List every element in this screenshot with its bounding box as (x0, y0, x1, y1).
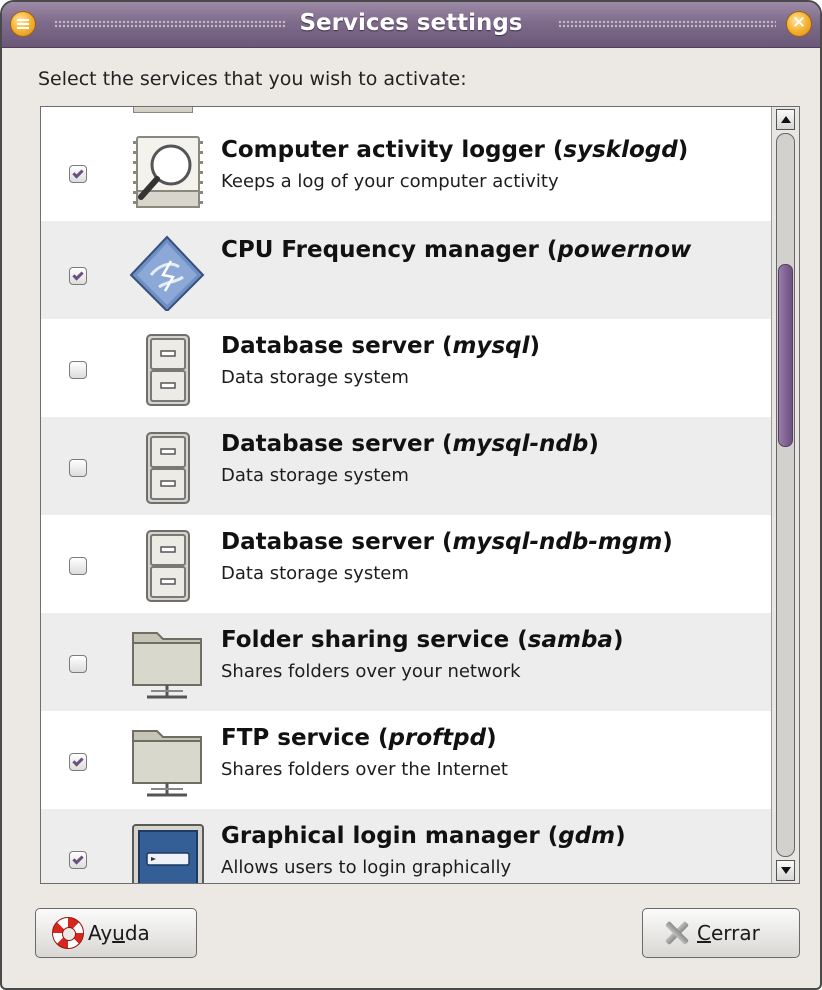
close-label-end: errar (710, 921, 760, 945)
service-row[interactable]: Database server (mysql-ndb-mgm) Data stor… (41, 515, 771, 613)
service-checkbox[interactable] (69, 655, 87, 673)
service-name-text: CPU Frequency manager ( (221, 237, 558, 263)
close-button-label: Cerrar (697, 921, 760, 945)
service-name-text: FTP service ( (221, 725, 389, 751)
scroll-up-button[interactable] (776, 109, 795, 130)
close-icon: ✕ (791, 13, 807, 33)
service-row[interactable]: Database server (mysql) Data storage syst… (41, 319, 771, 417)
service-checkbox[interactable] (69, 557, 87, 575)
service-row[interactable]: FTP service (proftpd) Shares folders over… (41, 711, 771, 809)
help-button-label: Ayuda (88, 921, 150, 945)
service-name-tail: ) (662, 529, 673, 555)
service-row[interactable]: Folder sharing service (samba) Shares fol… (41, 613, 771, 711)
service-name: Folder sharing service (samba) (221, 627, 623, 653)
close-button[interactable]: Cerrar (642, 908, 800, 958)
service-name-text: Computer activity logger ( (221, 137, 564, 163)
service-name-tail: ) (486, 725, 497, 751)
service-name-tail: ) (529, 333, 541, 359)
login-screen-icon (129, 819, 205, 883)
scroll-thumb[interactable] (778, 264, 793, 447)
service-description: Allows users to login graphically (221, 857, 512, 878)
list-item-partial (41, 107, 771, 123)
service-name-text: Database server ( (221, 431, 453, 457)
service-checkbox[interactable] (69, 267, 87, 285)
close-label-mnemonic: C (697, 921, 711, 945)
service-name-text: Folder sharing service ( (221, 627, 528, 653)
file-cabinet-icon (129, 329, 205, 409)
service-description: Data storage system (221, 367, 409, 388)
service-description: Data storage system (221, 465, 409, 486)
checkmark-icon (72, 166, 84, 179)
service-daemon-name: sysklogd (563, 137, 678, 163)
service-daemon-name: mysql (452, 333, 530, 359)
service-name: CPU Frequency manager (powernow (221, 237, 691, 263)
service-description: Keeps a log of your computer activity (221, 171, 559, 192)
lifebuoy-icon (52, 917, 84, 949)
services-settings-dialog: Services settings ✕ Select the services … (0, 0, 822, 990)
checkmark-icon (72, 268, 84, 281)
file-cabinet-icon (129, 427, 205, 507)
service-description: Shares folders over the Internet (221, 759, 508, 780)
service-daemon-name: samba (527, 627, 613, 653)
service-daemon-name: mysql-ndb-mgm (452, 529, 663, 555)
service-daemon-name: proftpd (388, 725, 487, 751)
service-name: Database server (mysql) (221, 333, 540, 359)
service-daemon-name: powernow (557, 237, 692, 263)
service-checkbox[interactable] (69, 851, 87, 869)
service-description: Data storage system (221, 563, 409, 584)
service-name-tail: ) (612, 627, 624, 653)
window-close-button[interactable]: ✕ (786, 11, 812, 37)
title-bar[interactable]: Services settings ✕ (2, 2, 820, 48)
vertical-scrollbar[interactable] (771, 107, 799, 883)
service-row[interactable]: CPU Frequency manager (powernow (41, 221, 771, 319)
help-button[interactable]: Ayuda (35, 908, 197, 958)
log-viewer-icon (129, 133, 205, 213)
file-cabinet-icon (129, 525, 205, 605)
service-name-text: Graphical login manager ( (221, 823, 559, 849)
service-checkbox[interactable] (69, 459, 87, 477)
help-label-mnemonic: u (112, 921, 125, 945)
services-list: Computer activity logger (sysklogd) Keeps… (40, 106, 800, 884)
service-daemon-name: mysql-ndb (452, 431, 589, 457)
checkmark-icon (72, 754, 84, 767)
service-name-tail: ) (615, 823, 626, 849)
partial-icon (133, 107, 193, 113)
service-row[interactable]: Graphical login manager (gdm) Allows user… (41, 809, 771, 883)
service-name: Database server (mysql-ndb) (221, 431, 599, 457)
service-name: FTP service (proftpd) (221, 725, 497, 751)
service-row[interactable]: Computer activity logger (sysklogd) Keeps… (41, 123, 771, 221)
help-label-end: da (124, 921, 150, 945)
service-description: Shares folders over your network (221, 661, 521, 682)
scroll-track[interactable] (776, 133, 795, 857)
arrow-up-icon (780, 116, 791, 123)
network-folder-icon (129, 721, 205, 801)
arrow-down-icon (780, 867, 791, 874)
service-name-tail: ) (588, 431, 599, 457)
service-row[interactable]: Database server (mysql-ndb) Data storage … (41, 417, 771, 515)
title-grip-right (558, 20, 776, 29)
service-daemon-name: gdm (558, 823, 616, 849)
close-x-icon (663, 919, 691, 947)
service-name-tail: ) (677, 137, 689, 163)
services-list-viewport[interactable]: Computer activity logger (sysklogd) Keeps… (41, 107, 771, 883)
service-checkbox[interactable] (69, 361, 87, 379)
network-folder-icon (129, 623, 205, 703)
help-label-start: Ay (88, 921, 113, 945)
service-name: Computer activity logger (sysklogd) (221, 137, 688, 163)
instruction-label: Select the services that you wish to act… (38, 68, 467, 90)
service-checkbox[interactable] (69, 753, 87, 771)
service-name-text: Database server ( (221, 529, 453, 555)
service-name: Graphical login manager (gdm) (221, 823, 626, 849)
service-name: Database server (mysql-ndb-mgm) (221, 529, 673, 555)
checkmark-icon (72, 852, 84, 865)
service-checkbox[interactable] (69, 165, 87, 183)
scroll-down-button[interactable] (776, 860, 795, 881)
service-name-text: Database server ( (221, 333, 453, 359)
cpu-frequency-icon (129, 231, 205, 313)
